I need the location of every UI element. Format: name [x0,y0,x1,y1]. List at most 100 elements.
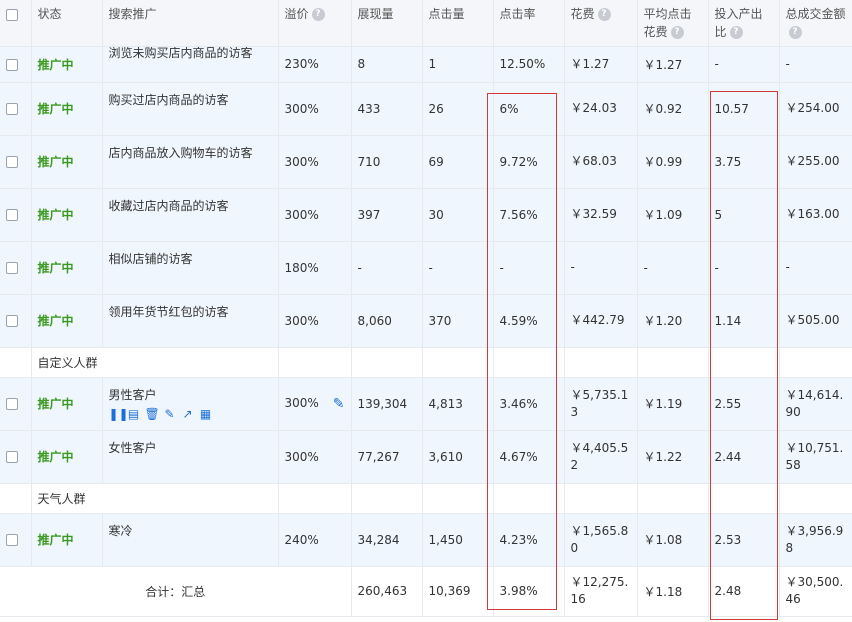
col-cpc-label: 平均点击花费 [643,7,692,39]
table-row[interactable]: 推广中 男性客户 ❚❚ ▤ 🗑 ✎ ↗ ▦ ✎ 300% 139,304 4,813 3.46% ￥5,7… [0,377,852,431]
gmv-cell: ￥505.00 [779,294,852,348]
report-icon[interactable]: ▤ [127,407,141,421]
status-badge: 推广中 [37,57,74,72]
targeting-name[interactable]: 浏览未购买店内商品的访客 [109,46,272,61]
status-badge: 推广中 [37,102,74,116]
impressions-cell: 8,060 [351,294,423,348]
name-cell: 领用年货节红包的访客 [102,294,279,348]
table-row[interactable]: 推广中 相似店铺的访客 180% - - - - - - - [0,241,852,295]
row-checkbox[interactable] [6,534,18,546]
col-premium-label: 溢价 [284,7,309,21]
roi-cell: 3.75 [708,135,780,189]
targeting-name[interactable]: 店内商品放入购物车的访客 [109,144,272,161]
select-all-checkbox[interactable] [6,8,18,21]
col-roi[interactable]: 投入产出比? [708,0,780,47]
help-icon[interactable]: ? [788,26,802,39]
row-checkbox[interactable] [6,315,18,327]
table-row[interactable]: 推广中 女性客户 300% 77,267 3,610 4.67% ￥4,405.52 ￥1.2… [0,430,852,484]
row-checkbox[interactable] [6,103,18,115]
cost-cell: ￥32.59 [564,188,638,242]
col-ctr[interactable]: 点击率 [493,0,565,47]
impressions-value: 433 [357,101,381,116]
group-empty-cell [351,347,423,378]
col-impressions[interactable]: 展现量 [351,0,423,47]
premium-value: 300% [284,449,319,464]
clicks-value: 1,450 [428,532,463,547]
clicks-value: 4,813 [428,396,463,411]
table-row[interactable]: 推广中 收藏过店内商品的访客 300% 397 30 7.56% ￥32.59 ￥1.09 5 ￥… [0,188,852,242]
edit-icon[interactable]: ✎ [163,407,177,421]
clicks-cell: 1 [422,46,494,83]
targeting-name[interactable]: 购买过店内商品的访客 [109,91,272,108]
cpc-cell: ￥0.92 [637,82,709,136]
help-icon[interactable]: ? [311,8,325,21]
targeting-name[interactable]: 相似店铺的访客 [109,250,272,267]
row-checkbox[interactable] [6,262,18,274]
edit-premium-icon[interactable]: ✎ [333,396,345,412]
status-cell: 推广中 [31,513,103,567]
name-cell: 女性客户 [102,430,279,484]
total-gmv-cell: ￥30,500.46 [779,566,852,617]
table-row[interactable]: 推广中 领用年货节红包的访客 300% 8,060 370 4.59% ￥442.79 ￥1.… [0,294,852,348]
status-badge: 推广中 [37,208,74,222]
group-spacer [0,347,32,378]
chart-icon[interactable]: ▦ [199,407,213,421]
ctr-cell: 6% [493,82,565,136]
clicks-cell: 1,450 [422,513,494,567]
table-row[interactable]: 推广中 浏览未购买店内商品的访客 230% 8 1 12.50% ￥1.27 ￥1.27 - - [0,46,852,83]
ctr-value: 4.23% [499,532,538,547]
row-checkbox[interactable] [6,156,18,168]
pause-icon[interactable]: ❚❚ [109,407,129,421]
delete-icon[interactable]: 🗑 [145,407,160,421]
col-cpc[interactable]: 平均点击花费? [637,0,709,47]
roi-cell: 1.14 [708,294,780,348]
col-cost[interactable]: 花费? [564,0,638,47]
roi-value: 2.44 [714,449,742,464]
premium-cell: ✎ 300% [278,377,352,431]
col-clicks[interactable]: 点击量 [422,0,494,47]
cpc-cell: ￥1.27 [637,46,709,83]
group-header-row: 自定义人群 [0,347,852,378]
targeting-name[interactable]: 领用年货节红包的访客 [109,303,272,320]
status-badge: 推广中 [37,397,74,411]
ctr-cell: - [493,241,565,295]
table-row[interactable]: 推广中 购买过店内商品的访客 300% 433 26 6% ￥24.03 ￥0.92 10.57… [0,82,852,136]
trend-icon[interactable]: ↗ [181,407,195,421]
impressions-cell: 710 [351,135,423,189]
help-icon[interactable]: ? [670,26,684,39]
targeting-name[interactable]: 收藏过店内商品的访客 [109,197,272,214]
targeting-name[interactable]: 寒冷 [109,522,272,539]
cost-value: ￥5,735.13 [570,387,629,419]
name-cell: 相似店铺的访客 [102,241,279,295]
roi-cell: - [708,46,780,83]
cost-value: ￥4,405.52 [570,440,629,472]
help-icon[interactable]: ? [729,26,743,39]
row-checkbox[interactable] [6,451,18,463]
cpc-cell: ￥1.08 [637,513,709,567]
row-select-cell [0,513,32,567]
targeting-name[interactable]: 男性客户 [109,386,272,403]
row-checkbox[interactable] [6,209,18,221]
premium-cell: 300% [278,82,352,136]
row-checkbox[interactable] [6,398,18,410]
name-cell: 店内商品放入购物车的访客 [102,135,279,189]
gmv-value: ￥3,956.98 [785,523,844,555]
gmv-value: - [785,56,790,71]
cpc-cell: ￥0.99 [637,135,709,189]
impressions-cell: 77,267 [351,430,423,484]
row-checkbox[interactable] [6,58,18,71]
impressions-cell: 34,284 [351,513,423,567]
group-empty-cell [779,347,852,378]
table-row[interactable]: 推广中 店内商品放入购物车的访客 300% 710 69 9.72% ￥68.03 ￥0.99… [0,135,852,189]
premium-cell: 230% [278,46,352,83]
targeting-name[interactable]: 女性客户 [109,439,272,456]
table-row[interactable]: 推广中 寒冷 240% 34,284 1,450 4.23% ￥1,565.80 ￥1.08 2… [0,513,852,567]
total-row: 合计：汇总 260,463 10,369 3.98% ￥12,275.16 ￥1.18 2.… [0,566,852,617]
row-select-cell [0,188,32,242]
cpc-value: ￥1.19 [643,397,683,411]
help-icon[interactable]: ? [597,8,611,21]
col-premium[interactable]: 溢价? [278,0,352,47]
col-gmv[interactable]: 总成交金额? [779,0,852,47]
row-select-cell [0,430,32,484]
impressions-value: 710 [357,154,381,169]
